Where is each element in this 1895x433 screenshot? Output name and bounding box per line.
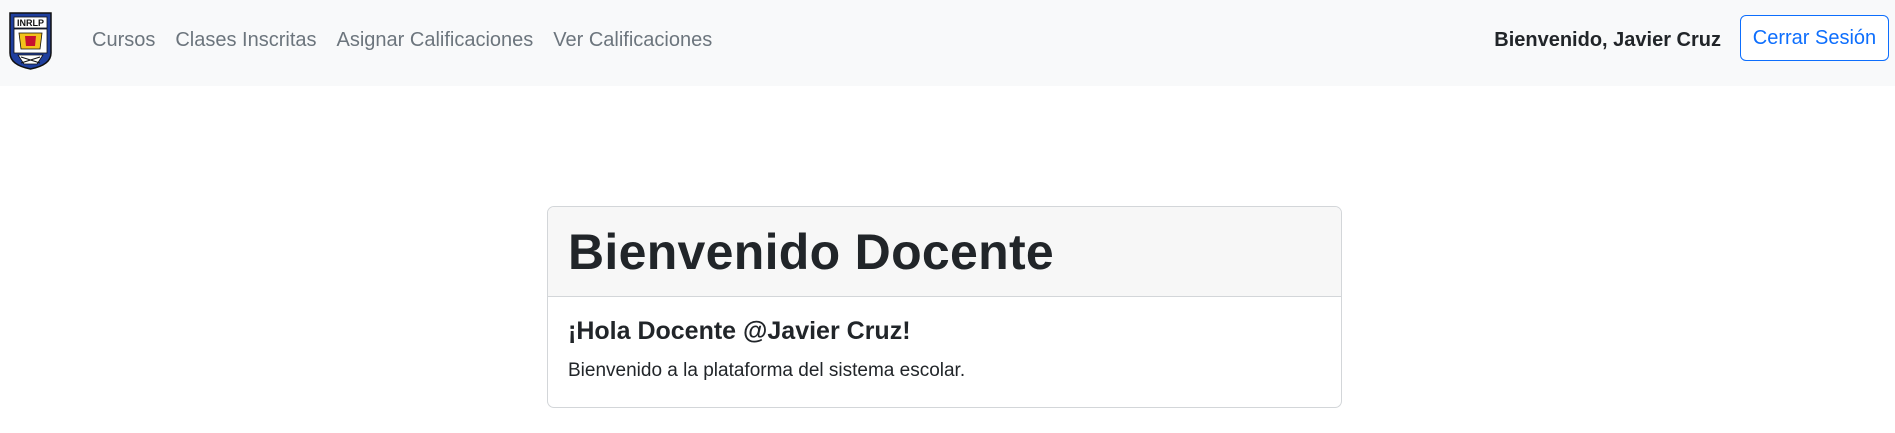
card-body: ¡Hola Docente @Javier Cruz! Bienvenido a… (548, 297, 1341, 382)
welcome-card: Bienvenido Docente ¡Hola Docente @Javier… (547, 206, 1342, 408)
welcome-message: Bienvenido a la plataforma del sistema e… (568, 360, 966, 381)
logo-text: INRLP (17, 18, 44, 28)
card-header: Bienvenido Docente (548, 207, 1341, 297)
nav-links: Cursos Clases Inscritas Asignar Califica… (92, 0, 732, 80)
navbar: INRLP Cursos Clases Inscritas Asignar Ca… (0, 0, 1895, 86)
nav-link-clases-inscritas[interactable]: Clases Inscritas (175, 29, 316, 52)
greeting-heading: ¡Hola Docente @Javier Cruz! (568, 317, 911, 345)
school-crest-icon: INRLP (9, 12, 52, 70)
logout-button[interactable]: Cerrar Sesión (1740, 15, 1889, 61)
page-title: Bienvenido Docente (568, 223, 1055, 280)
school-logo[interactable]: INRLP (7, 9, 54, 71)
nav-link-cursos[interactable]: Cursos (92, 29, 155, 52)
nav-link-ver-calificaciones[interactable]: Ver Calificaciones (553, 29, 712, 52)
nav-link-asignar-calificaciones[interactable]: Asignar Calificaciones (337, 29, 534, 52)
welcome-user-text: Bienvenido, Javier Cruz (1494, 28, 1721, 51)
